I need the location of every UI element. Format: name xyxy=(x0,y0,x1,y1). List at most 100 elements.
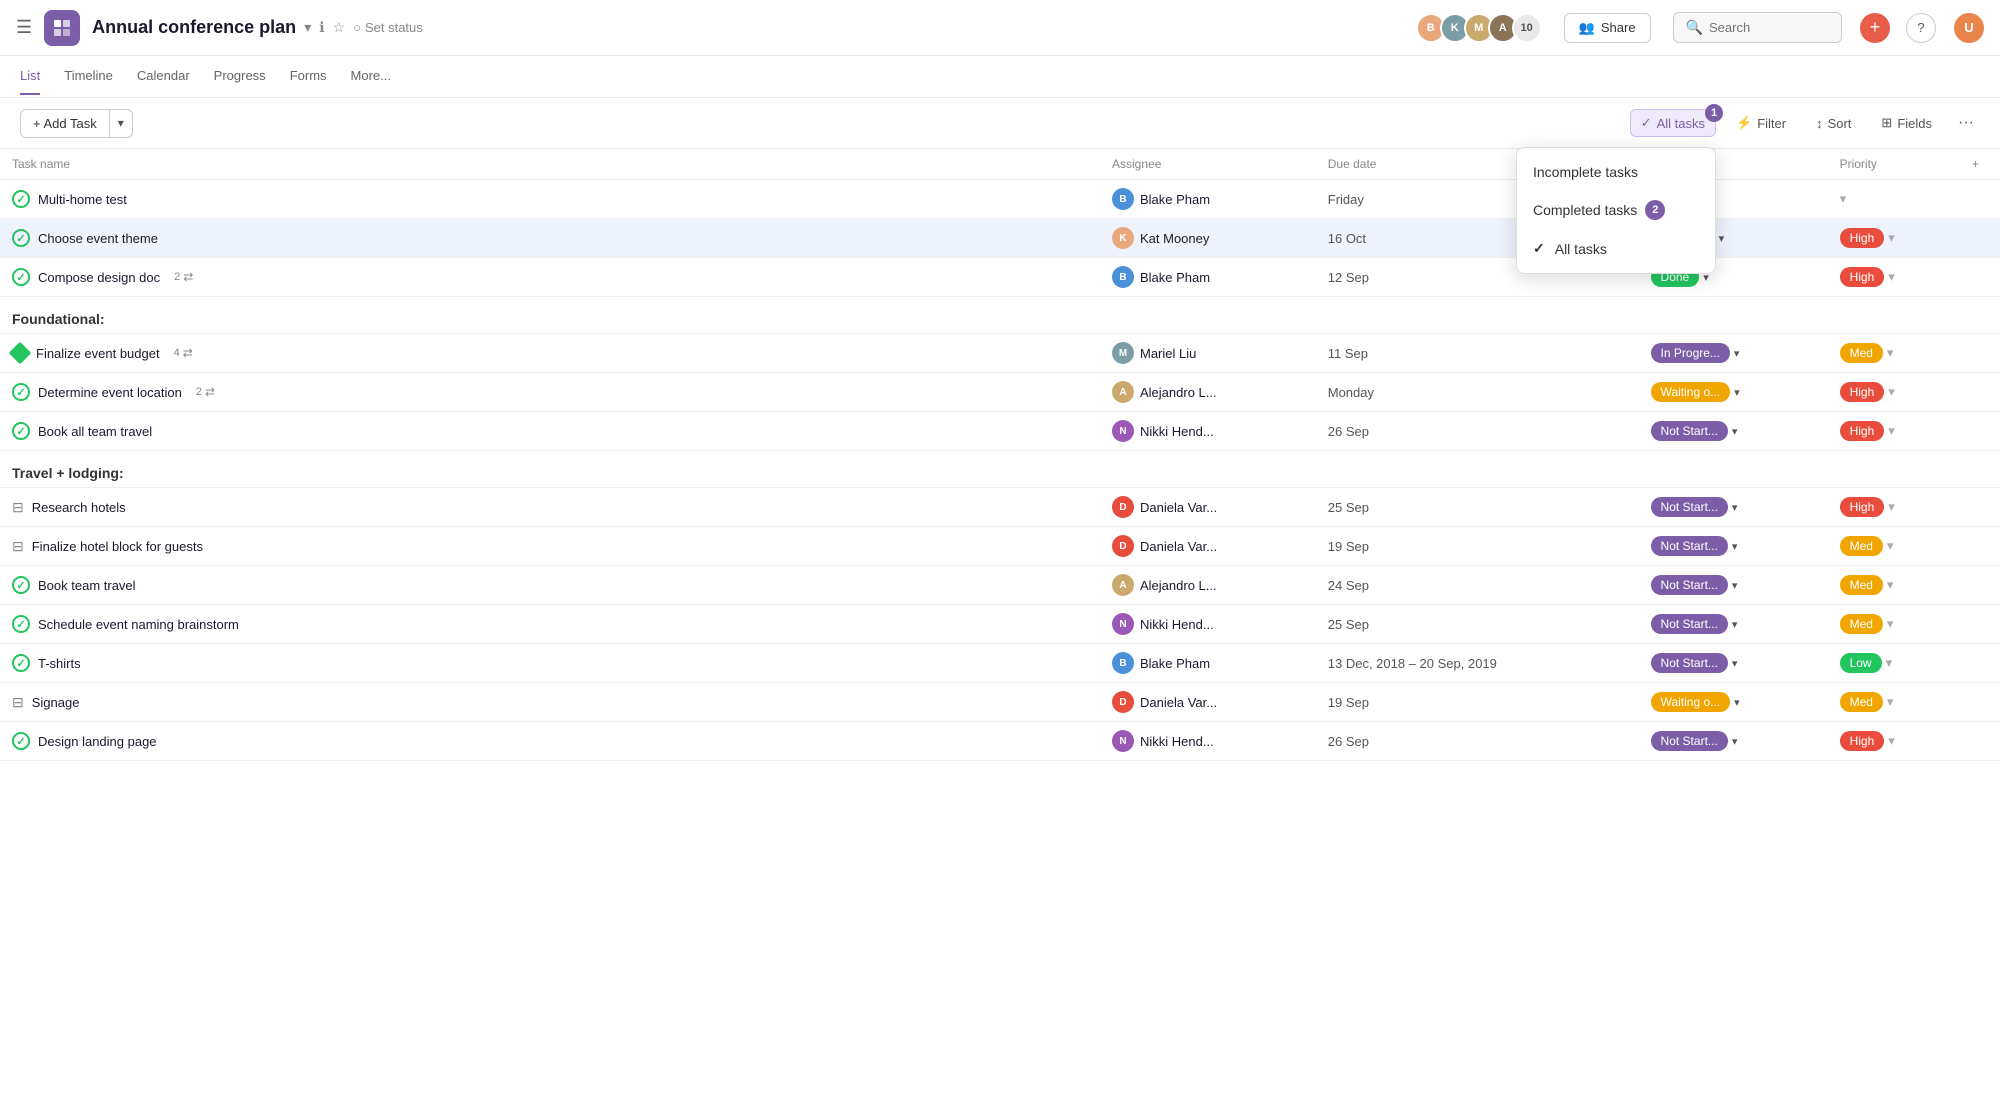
avatar-count: 10 xyxy=(1512,13,1542,43)
star-icon[interactable]: ☆ xyxy=(333,19,346,36)
help-button[interactable]: ? xyxy=(1906,13,1936,43)
tab-progress[interactable]: Progress xyxy=(214,58,266,95)
expand-arrow[interactable]: ▾ xyxy=(1887,345,1894,361)
sort-button[interactable]: ↕ Sort xyxy=(1806,110,1861,137)
add-task-dropdown-arrow[interactable]: ▾ xyxy=(110,110,132,136)
info-icon[interactable]: ℹ xyxy=(319,19,324,36)
priority-badge: Med xyxy=(1840,692,1883,712)
more-options-button[interactable]: ··· xyxy=(1952,108,1980,138)
status-dropdown-arrow[interactable]: ▾ xyxy=(1734,347,1740,360)
task-check-icon[interactable] xyxy=(12,229,30,247)
status-dropdown-arrow[interactable]: ▾ xyxy=(1732,540,1738,553)
status-dropdown-arrow[interactable]: ▾ xyxy=(1732,618,1738,631)
subtask-count[interactable]: 4 ⇄ xyxy=(174,346,193,360)
assignee-cell: A Alejandro L... xyxy=(1100,566,1316,605)
due-date-cell: 13 Dec, 2018 – 20 Sep, 2019 xyxy=(1316,644,1639,683)
table-row: Book all team travel N Nikki Hend... 26 … xyxy=(0,412,2000,451)
priority-badge: Med xyxy=(1840,614,1883,634)
expand-arrow[interactable]: ▾ xyxy=(1887,538,1894,554)
table-row: Design landing page N Nikki Hend... 26 S… xyxy=(0,722,2000,761)
table-row: Determine event location 2 ⇄ A Alejandro… xyxy=(0,373,2000,412)
expand-arrow[interactable]: ▾ xyxy=(1888,733,1895,749)
status-badge: Waiting o... xyxy=(1651,382,1731,402)
task-check-icon[interactable] xyxy=(12,654,30,672)
add-new-button[interactable]: + xyxy=(1860,13,1890,43)
priority-cell: High ▾ xyxy=(1840,421,1948,441)
share-button[interactable]: 👥 Share xyxy=(1564,13,1651,43)
task-check-icon[interactable] xyxy=(12,615,30,633)
add-task-button[interactable]: + Add Task ▾ xyxy=(20,109,133,138)
assignee-avatar: B xyxy=(1112,652,1134,674)
status-dropdown-arrow[interactable]: ▾ xyxy=(1732,501,1738,514)
dropdown-item-completed[interactable]: Completed tasks 2 xyxy=(1517,190,1715,230)
expand-arrow[interactable]: ▾ xyxy=(1887,694,1894,710)
all-tasks-button[interactable]: ✓ All tasks 1 xyxy=(1630,109,1716,137)
topbar: ☰ Annual conference plan ▾ ℹ ☆ ○ Set sta… xyxy=(0,0,2000,56)
task-name-text: Schedule event naming brainstorm xyxy=(38,617,239,632)
table-row: ⊟ Research hotels D Daniela Var... 25 Se… xyxy=(0,488,2000,527)
fields-button[interactable]: ⊞ Fields xyxy=(1871,109,1942,137)
expand-arrow[interactable]: ▾ xyxy=(1888,269,1895,285)
title-area: Annual conference plan ▾ ℹ ☆ ○ Set statu… xyxy=(92,17,423,38)
priority-cell: Med ▾ xyxy=(1840,614,1948,634)
expand-arrow[interactable]: ▾ xyxy=(1888,499,1895,515)
tab-timeline[interactable]: Timeline xyxy=(64,58,113,95)
task-check-icon[interactable] xyxy=(12,732,30,750)
task-name-cell: ⊟ Finalize hotel block for guests xyxy=(0,527,1100,566)
search-input[interactable] xyxy=(1709,20,1829,35)
expand-arrow[interactable]: ▾ xyxy=(1887,577,1894,593)
tab-forms[interactable]: Forms xyxy=(290,58,327,95)
expand-arrow[interactable]: ▾ xyxy=(1888,230,1895,246)
priority-td: Med ▾ xyxy=(1828,566,1960,605)
priority-td: High ▾ xyxy=(1828,412,1960,451)
section-row: Travel + lodging: xyxy=(0,451,2000,488)
due-date-cell: 25 Sep xyxy=(1316,605,1639,644)
expand-arrow[interactable]: ▾ xyxy=(1840,191,1847,206)
status-dropdown-arrow[interactable]: ▾ xyxy=(1734,696,1740,709)
subtask-count[interactable]: 2 ⇄ xyxy=(174,270,193,284)
task-check-icon[interactable] xyxy=(12,576,30,594)
status-dropdown-arrow[interactable]: ▾ xyxy=(1732,657,1738,670)
status-dropdown-arrow[interactable]: ▾ xyxy=(1732,425,1738,438)
filter-button[interactable]: ⚡ Filter xyxy=(1726,109,1796,137)
status-badge: Not Start... xyxy=(1651,614,1728,634)
chevron-down-icon[interactable]: ▾ xyxy=(304,19,311,36)
subtask-count[interactable]: 2 ⇄ xyxy=(196,385,215,399)
col-add-field[interactable]: + xyxy=(1960,149,2000,180)
assignee-name: Daniela Var... xyxy=(1140,500,1217,515)
expand-arrow[interactable]: ▾ xyxy=(1886,655,1893,671)
expand-arrow[interactable]: ▾ xyxy=(1888,384,1895,400)
dropdown-item-incomplete[interactable]: Incomplete tasks xyxy=(1517,154,1715,190)
row-expand xyxy=(1960,373,2000,412)
due-date-cell: 26 Sep xyxy=(1316,722,1639,761)
row-expand xyxy=(1960,527,2000,566)
expand-arrow[interactable]: ▾ xyxy=(1887,616,1894,632)
table-row: T-shirts B Blake Pham 13 Dec, 2018 – 20 … xyxy=(0,644,2000,683)
task-check-icon[interactable] xyxy=(12,422,30,440)
status-dropdown-arrow[interactable]: ▾ xyxy=(1734,386,1740,399)
status-dropdown-arrow[interactable]: ▾ xyxy=(1719,232,1725,245)
task-check-icon[interactable] xyxy=(12,268,30,286)
priority-cell: Med ▾ xyxy=(1840,536,1948,556)
tab-calendar[interactable]: Calendar xyxy=(137,58,190,95)
dropdown-item-all[interactable]: All tasks xyxy=(1517,230,1715,267)
task-check-icon[interactable] xyxy=(12,190,30,208)
add-task-main[interactable]: + Add Task xyxy=(21,110,110,137)
due-date-cell: 11 Sep xyxy=(1316,334,1639,373)
subtask-link-icon: ⇄ xyxy=(183,270,193,284)
status-dropdown-arrow[interactable]: ▾ xyxy=(1732,735,1738,748)
task-check-icon[interactable] xyxy=(12,383,30,401)
set-status-button[interactable]: ○ Set status xyxy=(353,20,423,35)
hamburger-icon[interactable]: ☰ xyxy=(16,17,32,38)
status-dropdown-arrow[interactable]: ▾ xyxy=(1732,579,1738,592)
assignee-cell: B Blake Pham xyxy=(1100,258,1316,297)
status-cell: In Progre... ▾ xyxy=(1651,343,1816,363)
priority-badge: Med xyxy=(1840,343,1883,363)
tab-list[interactable]: List xyxy=(20,58,40,95)
search-box[interactable]: 🔍 xyxy=(1673,12,1842,43)
tab-more[interactable]: More... xyxy=(351,58,391,95)
user-avatar[interactable]: U xyxy=(1954,13,1984,43)
status-cell: Not Start... ▾ xyxy=(1651,731,1816,751)
assignee-avatar: N xyxy=(1112,613,1134,635)
expand-arrow[interactable]: ▾ xyxy=(1888,423,1895,439)
